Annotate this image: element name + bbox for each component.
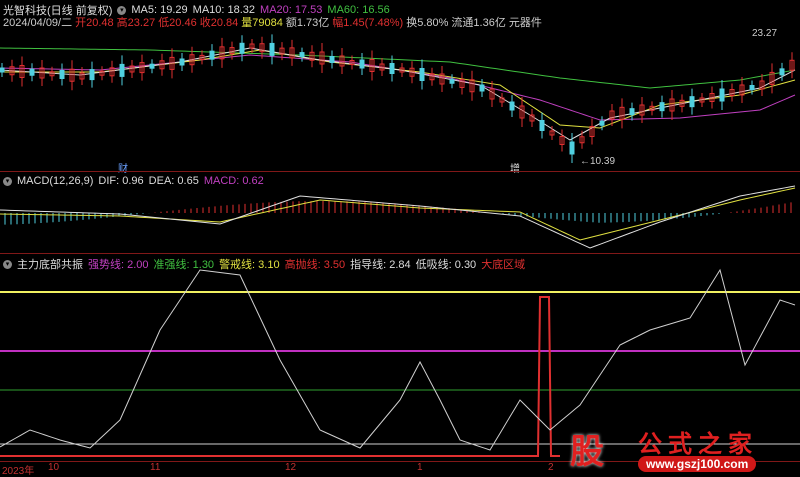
candle — [149, 63, 155, 69]
candle — [419, 68, 425, 81]
bottom-zone-label: 大底区域 — [481, 259, 526, 271]
guide-line — [0, 268, 796, 451]
candle — [629, 108, 635, 116]
marker-zeng: 增 — [510, 164, 520, 175]
axis-label-dec: 12 — [285, 462, 297, 473]
axis-label-feb: 2 — [548, 462, 554, 473]
macd-value: MACD: 0.62 — [203, 175, 264, 187]
candle — [659, 102, 665, 112]
axis-label-jan: 1 — [417, 462, 423, 473]
macd-title: MACD(12,26,9) — [17, 175, 94, 187]
indicator-title: 主力底部共振 — [17, 259, 83, 271]
watermark-name: 公式之家 — [638, 431, 758, 458]
dif-line — [0, 185, 796, 249]
bottom-zone-spike — [0, 296, 560, 457]
candle — [239, 42, 245, 54]
candle — [179, 58, 185, 66]
candle — [749, 85, 755, 90]
candle — [569, 141, 575, 155]
candle — [29, 68, 35, 76]
candle — [509, 101, 515, 111]
candle — [779, 68, 785, 76]
candle — [389, 63, 395, 74]
chart-canvas[interactable] — [0, 0, 800, 476]
candle — [0, 67, 5, 73]
axis-label-year: 2023年 — [2, 466, 35, 477]
high-price-label: 23.27 — [752, 28, 778, 39]
candle — [449, 78, 455, 84]
ma5-line — [0, 47, 796, 141]
panel-divider — [0, 171, 800, 172]
candle — [539, 120, 545, 131]
candle — [299, 52, 305, 58]
candle — [209, 50, 215, 60]
candle — [329, 56, 335, 63]
low-price-label: ←10.39 — [580, 156, 616, 167]
candle — [269, 42, 275, 56]
marker-cai: 财 — [118, 164, 128, 175]
dif-value: DIF: 0.96 — [98, 175, 144, 187]
axis-label-oct: 10 — [48, 462, 60, 473]
low-buy-line-value: 低吸线: 0.30 — [415, 259, 477, 271]
axis-label-nov: 11 — [150, 462, 161, 473]
warn-line-value: 警戒线: 3.10 — [219, 259, 280, 271]
panel-divider — [0, 253, 800, 254]
indicator-header: ▾ 主力底部共振 强势线: 2.00 准强线: 1.30 警戒线: 3.10 高… — [3, 256, 525, 272]
dea-value: DEA: 0.65 — [148, 175, 199, 187]
candle — [689, 96, 695, 108]
high-sell-line-value: 高抛线: 3.50 — [284, 259, 346, 271]
candle — [359, 59, 365, 69]
ma20-line — [0, 54, 796, 121]
candle — [89, 69, 95, 81]
quasi-line-value: 准强线: 1.30 — [153, 259, 215, 271]
watermark-logo: 股 公式之家 www.gszj100.com — [558, 424, 798, 474]
macd-header: ▾ MACD(12,26,9) DIF: 0.96 DEA: 0.65 MACD… — [3, 175, 264, 187]
candle — [719, 88, 725, 102]
candle — [119, 63, 125, 77]
ma10-line — [0, 49, 796, 129]
candle — [59, 70, 65, 79]
chevron-down-icon[interactable]: ▾ — [3, 259, 12, 269]
candle — [479, 84, 485, 92]
logo-char: 股 — [570, 433, 604, 471]
chevron-down-icon[interactable]: ▾ — [3, 176, 12, 186]
strong-line-value: 强势线: 2.00 — [88, 259, 149, 271]
guide-line-value: 指导线: 2.84 — [350, 259, 411, 271]
candle — [599, 120, 605, 126]
watermark-url: www.gszj100.com — [638, 456, 757, 472]
